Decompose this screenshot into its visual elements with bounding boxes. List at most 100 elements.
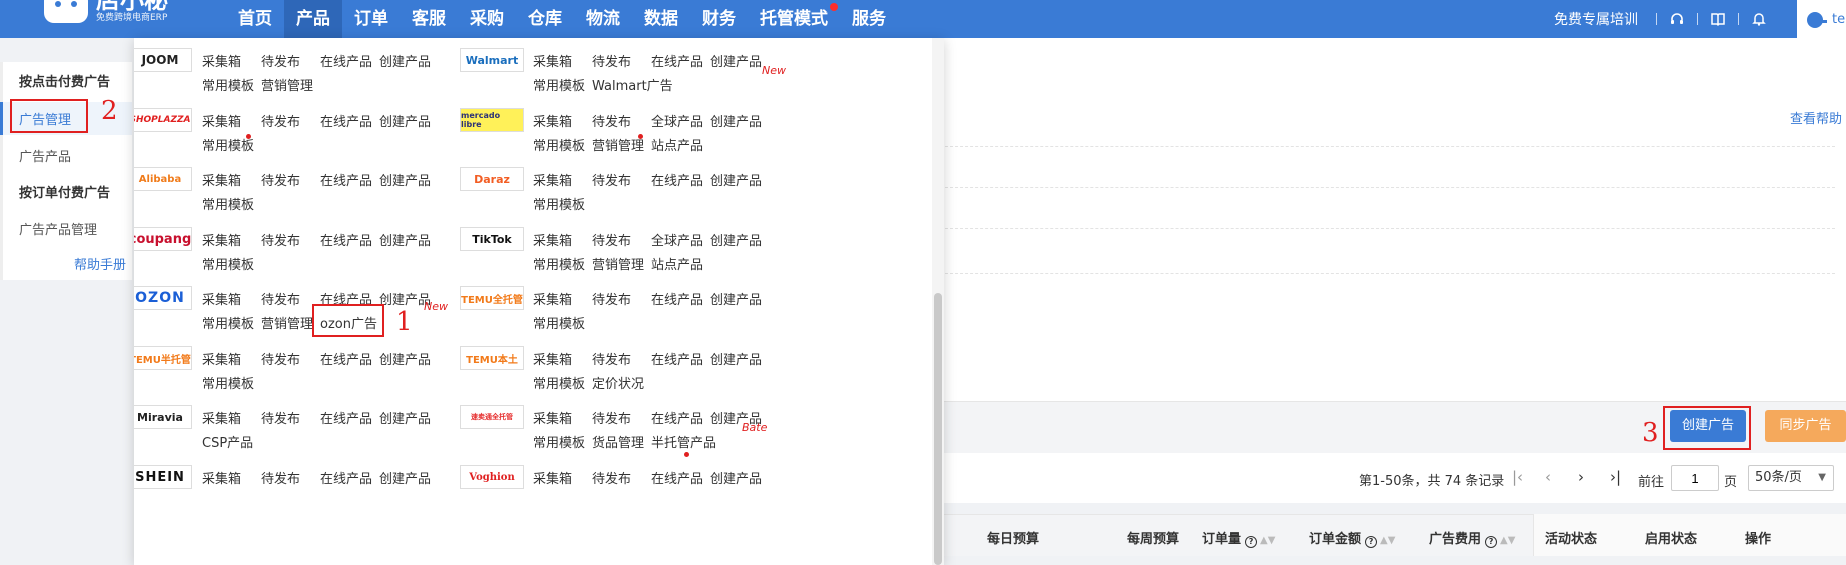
menu-link-left-0-row2-1[interactable]: 营销管理: [261, 75, 313, 94]
menu-link-left-6-row1-1[interactable]: 待发布: [261, 408, 300, 427]
menu-link-left-7-row1-0[interactable]: 采集箱: [202, 468, 241, 487]
menu-link-right-1-row2-1[interactable]: 营销管理: [592, 135, 644, 154]
menu-link-left-3-row2-0[interactable]: 常用模板: [202, 254, 254, 273]
menu-link-left-2-row1-1[interactable]: 待发布: [261, 170, 300, 189]
platform-logo-left-0[interactable]: JOOM: [134, 48, 192, 72]
platform-logo-right-1[interactable]: mercado libre: [460, 108, 524, 132]
next-page-icon[interactable]: ›: [1578, 468, 1584, 486]
menu-link-right-5-row1-1[interactable]: 待发布: [592, 349, 631, 368]
sort-icon[interactable]: ▲▼: [1260, 535, 1275, 546]
menu-link-left-0-row1-2[interactable]: 在线产品: [320, 51, 372, 70]
platform-logo-right-7[interactable]: Voghion: [460, 465, 524, 489]
page-size-select[interactable]: 50条/页 ▼: [1748, 465, 1834, 491]
menu-link-right-2-row1-1[interactable]: 待发布: [592, 170, 631, 189]
menu-link-right-6-row1-1[interactable]: 待发布: [592, 408, 631, 427]
menu-link-right-3-row1-2[interactable]: 全球产品: [651, 230, 703, 249]
menu-link-right-5-row2-0[interactable]: 常用模板: [533, 373, 585, 392]
last-page-icon[interactable]: ›|: [1610, 468, 1621, 486]
col-ad-cost[interactable]: 广告费用? ▲▼: [1429, 528, 1515, 548]
menu-link-left-4-row2-0[interactable]: 常用模板: [202, 313, 254, 332]
menu-link-left-2-row2-0[interactable]: 常用模板: [202, 194, 254, 213]
menu-link-right-7-row1-1[interactable]: 待发布: [592, 468, 631, 487]
menu-link-right-6-row2-2[interactable]: 半托管产品: [651, 432, 716, 451]
logo[interactable]: 店小秘 免费跨境电商ERP: [44, 0, 168, 23]
menu-link-right-1-row1-2[interactable]: 全球产品: [651, 111, 703, 130]
menu-link-left-1-row1-2[interactable]: 在线产品: [320, 111, 372, 130]
menu-link-right-1-row1-0[interactable]: 采集箱: [533, 111, 572, 130]
menu-link-right-3-row1-3[interactable]: 创建产品: [710, 230, 762, 249]
menu-link-right-3-row1-1[interactable]: 待发布: [592, 230, 631, 249]
bell-icon[interactable]: [1751, 11, 1767, 27]
menu-link-right-3-row2-2[interactable]: 站点产品: [651, 254, 703, 273]
menu-link-left-6-row1-0[interactable]: 采集箱: [202, 408, 241, 427]
menu-link-left-1-row1-0[interactable]: 采集箱: [202, 111, 241, 130]
col-order-amount[interactable]: 订单金额? ▲▼: [1309, 528, 1395, 548]
user-menu[interactable]: te: [1797, 0, 1846, 38]
menu-link-left-7-row1-3[interactable]: 创建产品: [379, 468, 431, 487]
menu-link-left-6-row2-0[interactable]: CSP产品: [202, 432, 253, 451]
menu-link-right-6-row1-2[interactable]: 在线产品: [651, 408, 703, 427]
menu-link-left-7-row1-2[interactable]: 在线产品: [320, 468, 372, 487]
platform-logo-right-5[interactable]: TEMU本土: [460, 346, 524, 370]
nav-item-5[interactable]: 仓库: [516, 0, 574, 38]
nav-item-9[interactable]: 托管模式: [748, 0, 840, 38]
menu-link-right-2-row1-2[interactable]: 在线产品: [651, 170, 703, 189]
menu-link-left-5-row2-0[interactable]: 常用模板: [202, 373, 254, 392]
platform-logo-right-2[interactable]: Daraz: [460, 167, 524, 191]
nav-item-4[interactable]: 采购: [458, 0, 516, 38]
menu-link-right-2-row2-0[interactable]: 常用模板: [533, 194, 585, 213]
menu-link-left-3-row1-0[interactable]: 采集箱: [202, 230, 241, 249]
menu-link-left-4-row2-1[interactable]: 营销管理: [261, 313, 313, 332]
menu-link-right-0-row1-1[interactable]: 待发布: [592, 51, 631, 70]
prev-page-icon[interactable]: ‹: [1545, 468, 1551, 486]
menu-link-right-4-row1-3[interactable]: 创建产品: [710, 289, 762, 308]
nav-item-6[interactable]: 物流: [574, 0, 632, 38]
menu-link-right-3-row2-0[interactable]: 常用模板: [533, 254, 585, 273]
menu-link-right-5-row2-1[interactable]: 定价状况: [592, 373, 644, 392]
menu-link-left-3-row1-1[interactable]: 待发布: [261, 230, 300, 249]
book-icon[interactable]: [1710, 11, 1726, 27]
sidebar-item-ad-product[interactable]: 广告产品: [19, 146, 71, 165]
platform-logo-left-7[interactable]: SHEIN: [134, 465, 192, 489]
sort-icon[interactable]: ▲▼: [1380, 535, 1395, 546]
menu-link-right-5-row1-3[interactable]: 创建产品: [710, 349, 762, 368]
menu-link-left-2-row1-0[interactable]: 采集箱: [202, 170, 241, 189]
menu-link-right-6-row2-0[interactable]: 常用模板: [533, 432, 585, 451]
menu-link-right-7-row1-3[interactable]: 创建产品: [710, 468, 762, 487]
sync-ad-button[interactable]: 同步广告: [1765, 410, 1846, 442]
menu-link-right-4-row2-0[interactable]: 常用模板: [533, 313, 585, 332]
platform-logo-left-1[interactable]: SHOPLAZZA: [134, 108, 192, 132]
page-number-input[interactable]: [1671, 465, 1719, 491]
menu-link-right-2-row1-3[interactable]: 创建产品: [710, 170, 762, 189]
menu-link-right-0-row2-1[interactable]: Walmart广告: [592, 75, 673, 94]
menu-link-right-1-row2-2[interactable]: 站点产品: [651, 135, 703, 154]
platform-logo-left-2[interactable]: Alibaba: [134, 167, 192, 191]
platform-logo-left-3[interactable]: coupang: [134, 227, 192, 251]
menu-link-left-5-row1-2[interactable]: 在线产品: [320, 349, 372, 368]
menu-link-left-0-row2-0[interactable]: 常用模板: [202, 75, 254, 94]
menu-link-right-7-row1-2[interactable]: 在线产品: [651, 468, 703, 487]
nav-item-3[interactable]: 客服: [400, 0, 458, 38]
menu-link-left-4-row1-0[interactable]: 采集箱: [202, 289, 241, 308]
menu-link-left-5-row1-1[interactable]: 待发布: [261, 349, 300, 368]
menu-link-right-0-row1-2[interactable]: 在线产品: [651, 51, 703, 70]
menu-link-left-1-row1-1[interactable]: 待发布: [261, 111, 300, 130]
platform-logo-left-4[interactable]: OZON: [134, 286, 192, 310]
platform-logo-left-6[interactable]: Miravia: [134, 405, 192, 429]
menu-link-right-0-row1-0[interactable]: 采集箱: [533, 51, 572, 70]
menu-link-left-5-row1-0[interactable]: 采集箱: [202, 349, 241, 368]
col-orders[interactable]: 订单量? ▲▼: [1202, 528, 1275, 548]
menu-link-right-7-row1-0[interactable]: 采集箱: [533, 468, 572, 487]
nav-item-10[interactable]: 服务: [840, 0, 898, 38]
menu-link-right-4-row1-0[interactable]: 采集箱: [533, 289, 572, 308]
nav-item-0[interactable]: 首页: [226, 0, 284, 38]
menu-link-right-1-row2-0[interactable]: 常用模板: [533, 135, 585, 154]
platform-logo-left-5[interactable]: TEMU半托管: [134, 346, 192, 370]
help-link[interactable]: 查看帮助: [1790, 108, 1846, 127]
menu-link-left-5-row1-3[interactable]: 创建产品: [379, 349, 431, 368]
scrollbar-thumb[interactable]: [934, 293, 942, 565]
nav-item-8[interactable]: 财务: [690, 0, 748, 38]
menu-link-right-6-row1-0[interactable]: 采集箱: [533, 408, 572, 427]
menu-link-left-0-row1-1[interactable]: 待发布: [261, 51, 300, 70]
menu-link-right-1-row1-1[interactable]: 待发布: [592, 111, 631, 130]
